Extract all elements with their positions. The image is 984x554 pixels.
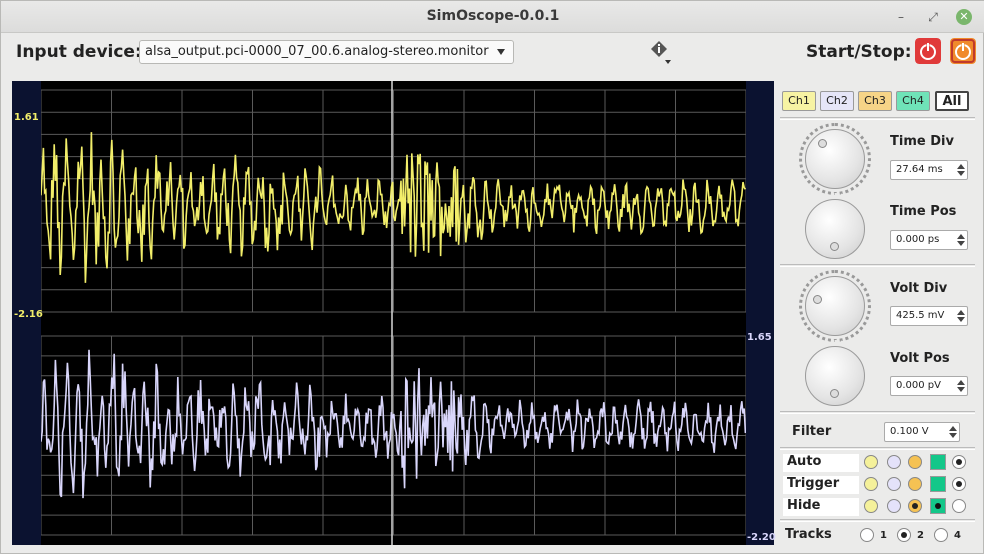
tracks-1-radio[interactable]: [860, 528, 874, 542]
restore-icon[interactable]: ⤢: [925, 9, 941, 25]
trigger-ch4-radio[interactable]: [930, 476, 946, 492]
trigger-label: Trigger: [783, 476, 859, 494]
hide-ch3-checkbox[interactable]: [908, 499, 922, 513]
ch2-bottom-label: -2.20: [747, 532, 776, 543]
tracks-2-label: 2: [917, 530, 924, 541]
time-pos-spinbox[interactable]: 0.000 ps: [890, 230, 968, 250]
hide-label: Hide: [783, 498, 859, 516]
hide-ch4-checkbox[interactable]: [930, 498, 946, 514]
waveform-plot: [40, 81, 747, 545]
separator: [780, 411, 975, 414]
tracks-4-radio[interactable]: [934, 528, 948, 542]
start-power-button[interactable]: [950, 38, 976, 64]
scope-screen: [40, 81, 747, 545]
input-device-label: Input device:: [16, 42, 142, 62]
volt-pos-value: 0.000 pV: [896, 380, 941, 391]
ch2-top-label: 1.65: [747, 332, 772, 343]
separator: [780, 117, 975, 120]
time-div-knob[interactable]: [805, 129, 865, 189]
time-pos-knob[interactable]: [805, 199, 865, 259]
tracks-1-label: 1: [880, 530, 887, 541]
ch3-button[interactable]: Ch3: [858, 91, 892, 111]
ch1-button[interactable]: Ch1: [782, 91, 816, 111]
input-device-select[interactable]: alsa_output.pci-0000_07_00.6.analog-ster…: [139, 40, 514, 64]
hide-ch2-checkbox[interactable]: [887, 499, 901, 513]
window-title: SimOscope-0.0.1: [426, 8, 560, 24]
toolbar: Input device: alsa_output.pci-0000_07_00…: [1, 34, 984, 74]
tracks-4-label: 4: [954, 530, 961, 541]
minimize-icon[interactable]: –: [893, 9, 909, 25]
chevron-down-icon: [497, 49, 505, 55]
all-channels-button[interactable]: All: [935, 91, 969, 111]
trigger-ch1-radio[interactable]: [864, 477, 878, 491]
volt-pos-spinbox[interactable]: 0.000 pV: [890, 376, 968, 396]
ch1-top-label: 1.61: [14, 112, 39, 123]
filter-spinbox[interactable]: 0.100 V: [884, 422, 960, 442]
time-pos-value: 0.000 ps: [896, 234, 940, 245]
time-div-value: 27.64 ms: [896, 164, 943, 175]
auto-ch3-radio[interactable]: [908, 455, 922, 469]
title-bar: SimOscope-0.0.1 – ⤢ ✕: [1, 1, 984, 33]
ch4-button[interactable]: Ch4: [896, 91, 930, 111]
volt-div-spinbox[interactable]: 425.5 mV: [890, 306, 968, 326]
hide-all-checkbox[interactable]: [952, 499, 966, 513]
trigger-all-radio[interactable]: [952, 477, 966, 491]
app-window: SimOscope-0.0.1 – ⤢ ✕ Input device: alsa…: [0, 0, 984, 554]
auto-all-radio[interactable]: [952, 455, 966, 469]
tracks-label: Tracks: [785, 527, 832, 542]
separator: [780, 447, 975, 450]
auto-ch2-radio[interactable]: [887, 455, 901, 469]
input-device-value: alsa_output.pci-0000_07_00.6.analog-ster…: [145, 44, 489, 59]
volt-pos-label: Volt Pos: [890, 351, 950, 366]
ch1-bottom-label: -2.16: [14, 309, 43, 320]
auto-ch4-radio[interactable]: [930, 454, 946, 470]
hide-ch1-checkbox[interactable]: [864, 499, 878, 513]
oscilloscope-display[interactable]: 1.61 -2.16 1.65 -2.20: [12, 81, 776, 545]
time-div-spinbox[interactable]: 27.64 ms: [890, 160, 968, 180]
separator: [780, 264, 975, 267]
info-menu-icon[interactable]: [650, 40, 672, 66]
volt-div-knob[interactable]: [805, 276, 865, 336]
control-panel: Ch1 Ch2 Ch3 Ch4 All Time Div 27.64 ms Ti…: [780, 81, 977, 551]
separator: [780, 519, 975, 522]
auto-ch1-radio[interactable]: [864, 455, 878, 469]
time-div-label: Time Div: [890, 134, 954, 149]
volt-pos-knob[interactable]: [805, 346, 865, 406]
auto-label: Auto: [783, 454, 859, 472]
start-stop-label: Start/Stop:: [806, 42, 912, 62]
trigger-ch2-radio[interactable]: [887, 477, 901, 491]
tracks-2-radio[interactable]: [897, 528, 911, 542]
ch2-button[interactable]: Ch2: [820, 91, 854, 111]
filter-value: 0.100 V: [890, 426, 929, 437]
filter-label: Filter: [792, 424, 832, 439]
volt-div-label: Volt Div: [890, 281, 948, 296]
stop-power-button[interactable]: [915, 38, 941, 64]
time-pos-label: Time Pos: [890, 204, 957, 219]
volt-div-value: 425.5 mV: [896, 310, 945, 321]
close-icon[interactable]: ✕: [956, 9, 972, 25]
trigger-ch3-radio[interactable]: [908, 477, 922, 491]
